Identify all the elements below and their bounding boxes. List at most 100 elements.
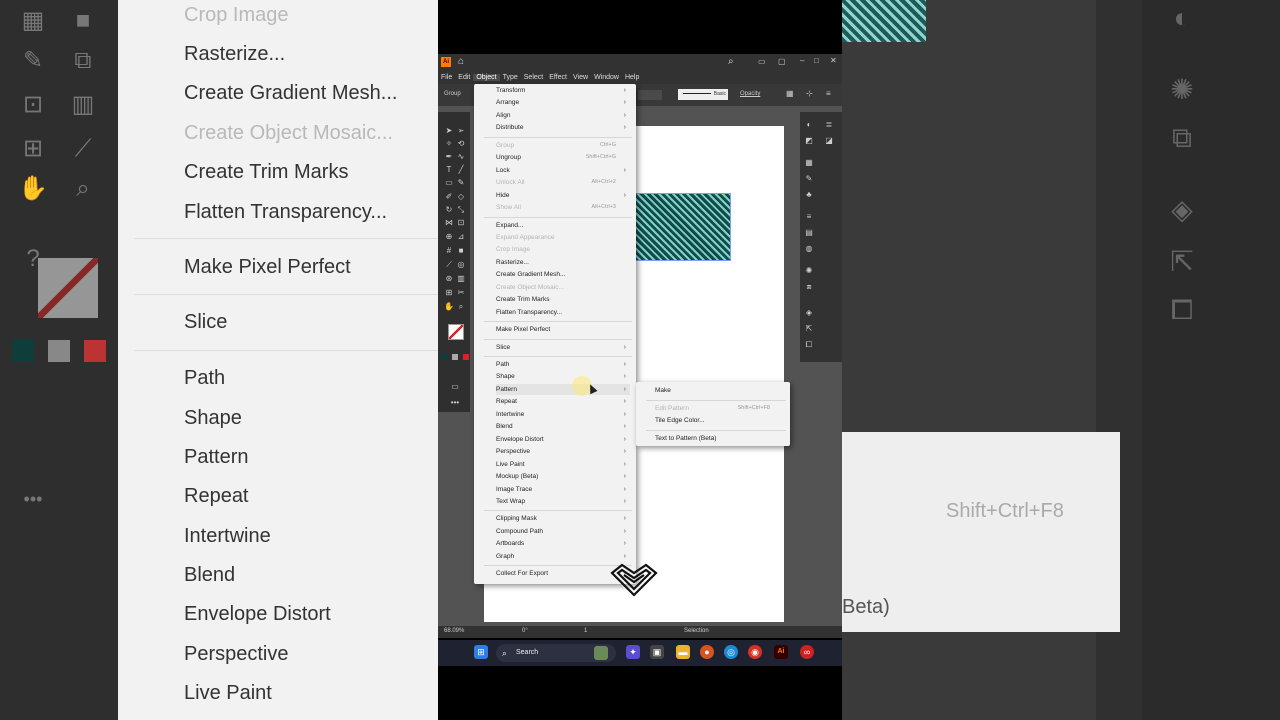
mesh-tool-icon[interactable]: # [444, 246, 454, 256]
menu-item-make-pixel-perfect[interactable]: Make Pixel Perfect [496, 324, 630, 335]
slice-tool-icon[interactable]: ✂ [456, 288, 466, 298]
menu-help[interactable]: Help [622, 74, 642, 81]
menu-view[interactable]: View [570, 74, 591, 81]
menu-item-compound-path[interactable]: Compound Path › [496, 526, 630, 537]
search-icon[interactable]: ⌕ [728, 56, 734, 67]
magic-wand-icon[interactable]: ✧ [444, 139, 454, 149]
swatches-icon[interactable]: ▦ [804, 158, 814, 168]
menu-item-envelope-distort[interactable]: Envelope Distort › [496, 434, 630, 445]
symbol-sprayer-icon[interactable]: ⊛ [444, 274, 454, 284]
zoom-tool-icon[interactable]: ⌕ [456, 302, 466, 312]
layers-icon[interactable]: ◈ [804, 308, 814, 318]
free-transform-icon[interactable]: ⊡ [456, 218, 466, 228]
type-tool-icon[interactable]: T [444, 165, 454, 175]
menu-select[interactable]: Select [521, 74, 546, 81]
pen-tool-icon[interactable]: ✒ [444, 152, 454, 162]
blend-tool-icon[interactable]: ◎ [456, 260, 466, 270]
menu-item-lock[interactable]: Lock › [496, 165, 630, 176]
close-icon[interactable]: ✕ [830, 56, 837, 65]
menu-item-intertwine[interactable]: Intertwine › [496, 409, 630, 420]
symbols-icon[interactable]: ♣ [804, 190, 814, 200]
menu-item-mockup-beta[interactable]: Mockup (Beta) › [496, 471, 630, 482]
stroke-icon[interactable]: ≡ [804, 212, 814, 222]
maximize-icon[interactable]: □ [814, 56, 819, 65]
lasso-icon[interactable]: ⟲ [456, 139, 466, 149]
menu-item-distribute[interactable]: Distribute › [496, 122, 630, 133]
color-swatch-icon[interactable] [441, 354, 447, 360]
color-icon[interactable]: ◪ [824, 136, 834, 146]
pattern-menu-item-make[interactable]: Make [655, 385, 784, 396]
menu-edit[interactable]: Edit [455, 74, 473, 81]
menu-item-live-paint[interactable]: Live Paint › [496, 459, 630, 470]
transparency-icon[interactable]: ◍ [804, 244, 814, 254]
workspace-icon[interactable]: ▢ [778, 57, 786, 66]
width-tool-icon[interactable]: ⋈ [444, 218, 454, 228]
menu-item-clipping-mask[interactable]: Clipping Mask › [496, 513, 630, 524]
scale-tool-icon[interactable]: ⤡ [456, 205, 466, 215]
shape-builder-icon[interactable]: ⊕ [444, 232, 454, 242]
paintbrush-icon[interactable]: ✎ [456, 178, 466, 188]
menu-type[interactable]: Type [500, 74, 521, 81]
menu-item-graph[interactable]: Graph › [496, 551, 630, 562]
menu-item-flatten-transparency[interactable]: Flatten Transparency... [496, 307, 630, 318]
copilot-icon[interactable]: ✦ [626, 645, 640, 659]
task-view-icon[interactable]: ▣ [650, 645, 664, 659]
menu-object[interactable]: Object [473, 73, 500, 81]
hand-tool-icon[interactable]: ✋ [444, 302, 454, 312]
none-swatch-icon[interactable] [463, 354, 469, 360]
menu-effect[interactable]: Effect [546, 74, 570, 81]
curvature-tool-icon[interactable]: ∿ [456, 152, 466, 162]
line-tool-icon[interactable]: ╱ [456, 165, 466, 175]
menu-item-arrange[interactable]: Arrange › [496, 97, 630, 108]
firefox-icon[interactable]: ● [700, 645, 714, 659]
appearance-icon[interactable]: ✺ [804, 266, 814, 276]
asset-export-icon[interactable]: ⇱ [804, 324, 814, 334]
pattern-menu-item-text-to-pattern-beta[interactable]: Text to Pattern (Beta) [655, 433, 784, 444]
menu-item-pattern[interactable]: Pattern › [496, 383, 630, 395]
menu-item-align[interactable]: Align › [496, 110, 630, 121]
pattern-menu-item-tile-edge-color[interactable]: Tile Edge Color... [655, 415, 784, 426]
stroke-style-select[interactable]: Basic [678, 89, 728, 100]
eyedropper-icon[interactable]: ⟋ [444, 260, 454, 270]
menu-item-create-trim-marks[interactable]: Create Trim Marks [496, 294, 630, 305]
panel-menu-icon[interactable]: ≡ [826, 89, 831, 98]
color-guide-icon[interactable]: ◐ [804, 120, 814, 130]
menu-item-slice[interactable]: Slice › [496, 342, 630, 353]
fill-stroke-icon[interactable] [448, 324, 464, 340]
gradient-tool-icon[interactable]: ■ [456, 246, 466, 256]
artboards-panel-icon[interactable]: ⧠ [804, 340, 814, 350]
menu-item-perspective[interactable]: Perspective › [496, 446, 630, 457]
menu-item-expand[interactable]: Expand... [496, 220, 630, 231]
menu-item-repeat[interactable]: Repeat › [496, 396, 630, 407]
artboard-number[interactable]: 1 [584, 628, 587, 634]
direct-selection-tool-icon[interactable]: ➢ [456, 126, 466, 136]
align-icon[interactable]: ▦ [786, 89, 794, 98]
rotation-value[interactable]: 0° [522, 628, 528, 634]
gradient-swatch-icon[interactable] [452, 354, 458, 360]
selection-tool-icon[interactable]: ➤ [444, 126, 454, 136]
edit-toolbar-icon[interactable]: ••• [450, 398, 460, 408]
eraser-tool-icon[interactable]: ◇ [456, 192, 466, 202]
opacity-link[interactable]: Opacity [740, 91, 760, 97]
menu-item-shape[interactable]: Shape › [496, 371, 630, 382]
creative-cloud-icon[interactable]: ∞ [800, 645, 814, 659]
screen-mode-icon[interactable]: ▭ [450, 382, 460, 392]
file-explorer-icon[interactable]: ▬ [676, 645, 690, 659]
rotate-tool-icon[interactable]: ↻ [444, 205, 454, 215]
chrome-icon[interactable]: ◉ [748, 645, 762, 659]
arrange-documents-icon[interactable]: ▭ [758, 57, 766, 66]
illustrator-taskbar-icon[interactable]: Ai [774, 645, 788, 659]
menu-item-hide[interactable]: Hide › [496, 190, 630, 201]
edge-icon[interactable]: ◎ [724, 645, 738, 659]
home-icon[interactable]: ⌂ [458, 56, 464, 67]
menu-item-image-trace[interactable]: Image Trace › [496, 484, 630, 495]
menu-file[interactable]: File [438, 74, 455, 81]
menu-window[interactable]: Window [591, 74, 622, 81]
stroke-weight-field[interactable] [638, 90, 662, 100]
libraries-icon[interactable]: ◩ [804, 136, 814, 146]
menu-item-blend[interactable]: Blend › [496, 421, 630, 432]
pattern-artwork[interactable] [635, 193, 731, 261]
properties-icon[interactable]: ≣ [824, 120, 834, 130]
zoom-level[interactable]: 68.09% [444, 628, 464, 634]
transform-icon[interactable]: ⊹ [806, 89, 813, 98]
